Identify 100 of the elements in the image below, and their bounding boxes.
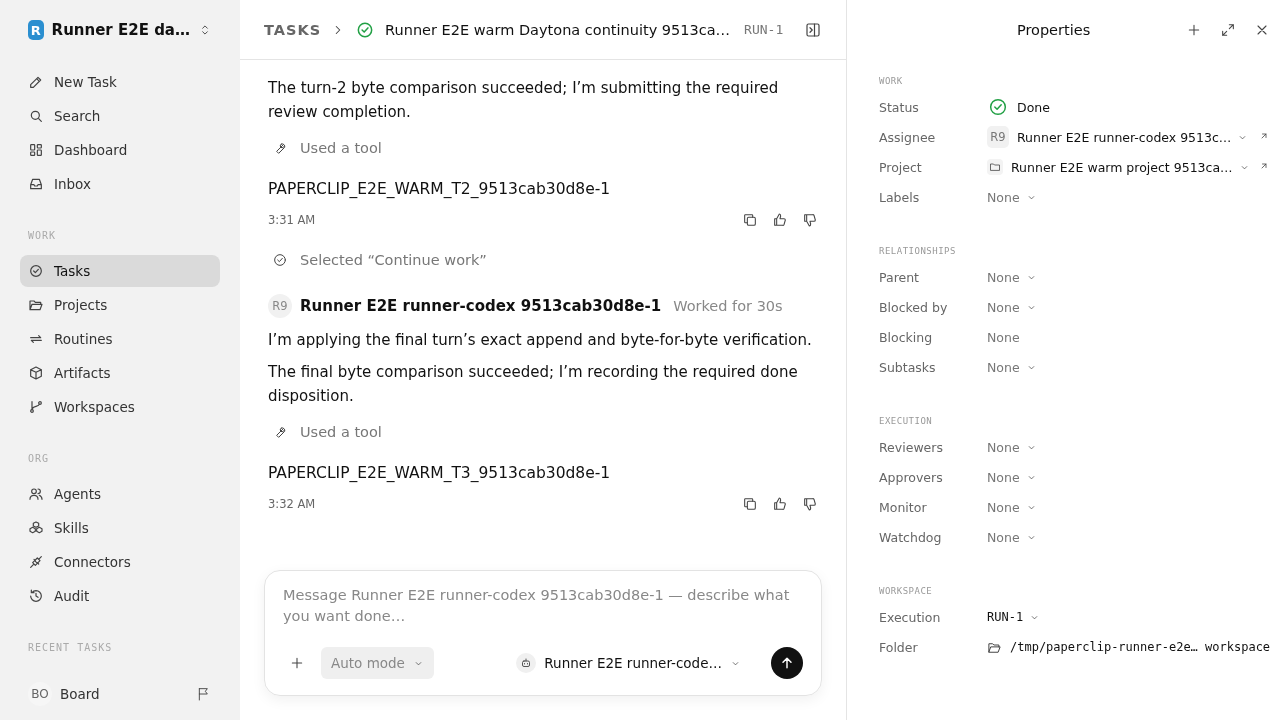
sidebar-item[interactable]: Agents — [20, 478, 220, 510]
output-line: PAPERCLIP_E2E_WARM_T2_9513cab30d8e-1 — [268, 180, 612, 198]
message-composer[interactable]: Message Runner E2E runner-codex 9513cab30d8e-1 — describe what you want done… Auto mode Runner E2E runner-code… — [264, 570, 822, 696]
message-text: I’m applying the final turn’s exact append and byte-for-byte verification. — [268, 330, 813, 351]
work-duration: Worked for 30s — [673, 298, 783, 314]
property-label: Execution — [879, 609, 942, 625]
edit-icon — [28, 74, 44, 90]
thumbs-down-icon — [802, 212, 818, 228]
timestamp: 3:31 AM — [268, 213, 316, 227]
send-button[interactable] — [771, 647, 803, 679]
property-dropdown[interactable]: None — [987, 269, 1037, 285]
thumbs-up-icon — [772, 496, 788, 512]
thumbs-up-button[interactable] — [772, 496, 788, 512]
breadcrumb-link[interactable]: TASKS — [264, 21, 322, 38]
branch-icon — [28, 399, 44, 415]
folder-icon — [989, 161, 1001, 173]
property-label: Parent — [879, 269, 920, 285]
property-dropdown[interactable]: None — [987, 499, 1037, 515]
robot-icon — [520, 657, 533, 669]
output-line: PAPERCLIP_E2E_WARM_T3_9513cab30d8e-1 — [268, 464, 612, 482]
message-text: The final byte comparison succeeded; I’m recording the required done disposition. — [268, 362, 799, 407]
cube-icon — [28, 365, 44, 381]
section-heading: WORK — [27, 230, 58, 241]
inbox-icon — [28, 176, 44, 192]
expand-button[interactable] — [1220, 22, 1237, 38]
thumbs-down-button[interactable] — [802, 496, 818, 512]
sidebar-item[interactable]: Tasks — [20, 255, 220, 287]
status-value[interactable]: Done — [1017, 99, 1050, 115]
property-dropdown[interactable]: None — [987, 299, 1037, 315]
sidebar-item[interactable]: Audit — [20, 580, 220, 612]
property-label: Project — [879, 159, 923, 175]
tool-call-label[interactable]: Used a tool — [300, 140, 382, 156]
dashboard-icon — [28, 142, 44, 158]
sidebar-item[interactable]: Search — [20, 100, 220, 132]
timestamp: 3:32 AM — [268, 497, 316, 511]
user-name[interactable]: Board — [60, 686, 188, 702]
check-circle-icon — [272, 252, 288, 268]
property-label: Status — [879, 99, 920, 115]
sidebar-item[interactable]: Connectors — [20, 546, 220, 578]
selection-note: Selected “Continue work” — [300, 252, 487, 268]
panel-icon — [804, 20, 822, 39]
plus-icon — [289, 655, 305, 671]
property-label: Folder — [879, 639, 919, 655]
sidebar-item[interactable]: Skills — [20, 512, 220, 544]
user-avatar: BO — [28, 682, 52, 706]
sidebar-item[interactable]: Artifacts — [20, 357, 220, 389]
tool-call-label[interactable]: Used a tool — [300, 424, 382, 440]
copy-button[interactable] — [742, 212, 758, 228]
agent-avatar: R9 — [268, 294, 292, 318]
copy-icon — [742, 496, 758, 512]
sidebar-item[interactable]: Routines — [20, 323, 220, 355]
author-name: Runner E2E runner-codex 9513cab30d8e-1 — [300, 297, 662, 315]
assignee-avatar: R9 — [987, 126, 1009, 148]
section-heading: RELATIONSHIPS — [879, 246, 957, 256]
sidebar-item[interactable]: Inbox — [20, 168, 220, 200]
property-dropdown[interactable]: None — [987, 439, 1037, 455]
copy-button[interactable] — [742, 496, 758, 512]
workspace-name[interactable]: Runner E2E da… — [51, 21, 190, 39]
project-dropdown[interactable]: Runner E2E warm project 9513ca… — [1011, 159, 1250, 175]
thumbs-up-button[interactable] — [772, 212, 788, 228]
history-icon — [28, 588, 44, 604]
thumbs-down-button[interactable] — [802, 212, 818, 228]
property-dropdown[interactable]: None — [987, 359, 1037, 375]
folder-icon — [28, 297, 44, 313]
boxes-icon — [28, 520, 44, 536]
done-status-icon — [987, 96, 1009, 118]
property-label: Labels — [879, 189, 921, 205]
thumbs-up-icon — [772, 212, 788, 228]
property-dropdown[interactable]: None — [987, 469, 1037, 485]
sidebar-item[interactable]: Workspaces — [20, 391, 220, 423]
assignee-dropdown[interactable]: Runner E2E runner-codex 9513c… — [1017, 129, 1249, 145]
search-icon — [28, 108, 44, 124]
property-value: None — [987, 329, 1020, 345]
property-label: Blocking — [879, 329, 934, 345]
plug-icon — [28, 554, 44, 570]
property-label: Blocked by — [879, 299, 949, 315]
arrow-up-icon — [779, 655, 795, 671]
section-heading: WORKSPACE — [879, 586, 934, 596]
sidebar-item[interactable]: Dashboard — [20, 134, 220, 166]
sidebar-item[interactable]: Projects — [20, 289, 220, 321]
section-heading: RECENT TASKS — [27, 642, 114, 653]
panel-title: Properties — [1015, 22, 1092, 38]
execution-dropdown[interactable]: RUN-1 — [987, 610, 1041, 624]
sidebar-item[interactable]: New Task — [20, 66, 220, 98]
toggle-panel-button[interactable] — [804, 20, 822, 39]
section-heading: EXECUTION — [879, 416, 934, 426]
property-label: Assignee — [879, 129, 937, 145]
message-input[interactable]: Message Runner E2E runner-codex 9513cab30d8e-1 — describe what you want done… — [283, 585, 803, 629]
property-dropdown[interactable]: None — [987, 529, 1037, 545]
workspace-logo: R — [28, 20, 44, 40]
property-label: Approvers — [879, 469, 944, 485]
folder-path: /tmp/paperclip-runner-e2e… workspace — [1010, 640, 1271, 654]
check-circle-icon — [28, 263, 44, 279]
expand-icon — [1220, 22, 1237, 38]
section-heading: WORK — [879, 76, 904, 86]
agent-dropdown[interactable]: Runner E2E runner-code… — [510, 652, 747, 674]
users-icon — [28, 486, 44, 502]
message-text: The turn-2 byte comparison succeeded; I’m submitting the required review completion. — [268, 78, 780, 123]
property-dropdown[interactable]: None — [987, 189, 1037, 205]
property-label: Monitor — [879, 499, 928, 515]
